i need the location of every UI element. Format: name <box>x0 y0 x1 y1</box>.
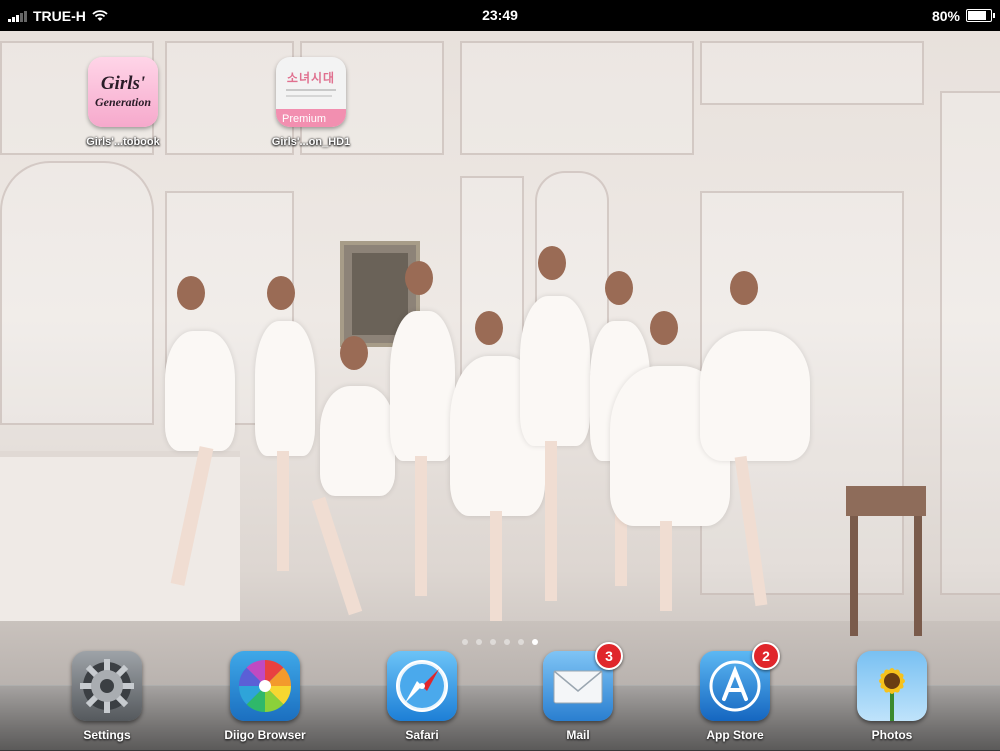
girls-generation-hd-icon: 소녀시대 Premium <box>276 57 346 127</box>
battery-fill <box>968 11 986 20</box>
icon-footer-text: Premium <box>282 113 327 125</box>
app-girls-generation-photobook[interactable]: Girls' Generation Girls'...tobook <box>68 57 178 148</box>
page-indicator[interactable] <box>0 639 1000 645</box>
unread-badge: 3 <box>595 642 623 670</box>
girls-generation-photobook-icon: Girls' Generation <box>88 57 158 127</box>
dock-app-settings[interactable]: Settings <box>52 651 162 742</box>
diigo-browser-icon <box>230 651 300 721</box>
wooden-stool <box>846 486 926 636</box>
dock-label: Mail <box>566 728 590 742</box>
page-dot[interactable] <box>490 639 496 645</box>
page-dot[interactable] <box>476 639 482 645</box>
page-dot[interactable] <box>504 639 510 645</box>
status-bar: TRUE-H 23:49 80% <box>0 0 1000 31</box>
safari-compass-icon <box>387 651 457 721</box>
icon-title-line2: Generation <box>94 95 151 109</box>
app-label: Girls'...on_HD1 <box>271 136 351 148</box>
dock-app-diigo-browser[interactable]: Diigo Browser <box>210 651 320 742</box>
dock-app-safari[interactable]: Safari <box>367 651 477 742</box>
dock-app-photos[interactable]: Photos <box>837 651 947 742</box>
page-dot[interactable] <box>462 639 468 645</box>
settings-gear-icon <box>72 651 142 721</box>
battery-percent: 80% <box>931 7 960 24</box>
app-label: Girls'...tobook <box>86 136 160 148</box>
icon-title-line1: Girls' <box>100 73 146 94</box>
dock-app-app-store[interactable]: 2 App Store <box>680 642 790 742</box>
dock-label: Diigo Browser <box>224 728 306 742</box>
battery-icon <box>966 9 995 22</box>
status-right: 80% <box>931 0 995 31</box>
dock-label: Settings <box>83 728 131 742</box>
photos-sunflower-icon <box>857 651 927 721</box>
clock: 23:49 <box>482 7 518 23</box>
dock-app-mail[interactable]: 3 Mail <box>523 642 633 742</box>
app-girls-generation-hd[interactable]: 소녀시대 Premium Girls'...on_HD1 <box>256 57 366 148</box>
updates-badge: 2 <box>752 642 780 670</box>
page-dot[interactable] <box>532 639 538 645</box>
page-dot[interactable] <box>518 639 524 645</box>
dock-label: App Store <box>706 728 764 742</box>
dock-label: Safari <box>405 728 439 742</box>
dock-label: Photos <box>871 728 913 742</box>
icon-logo-text: 소녀시대 <box>286 71 336 85</box>
